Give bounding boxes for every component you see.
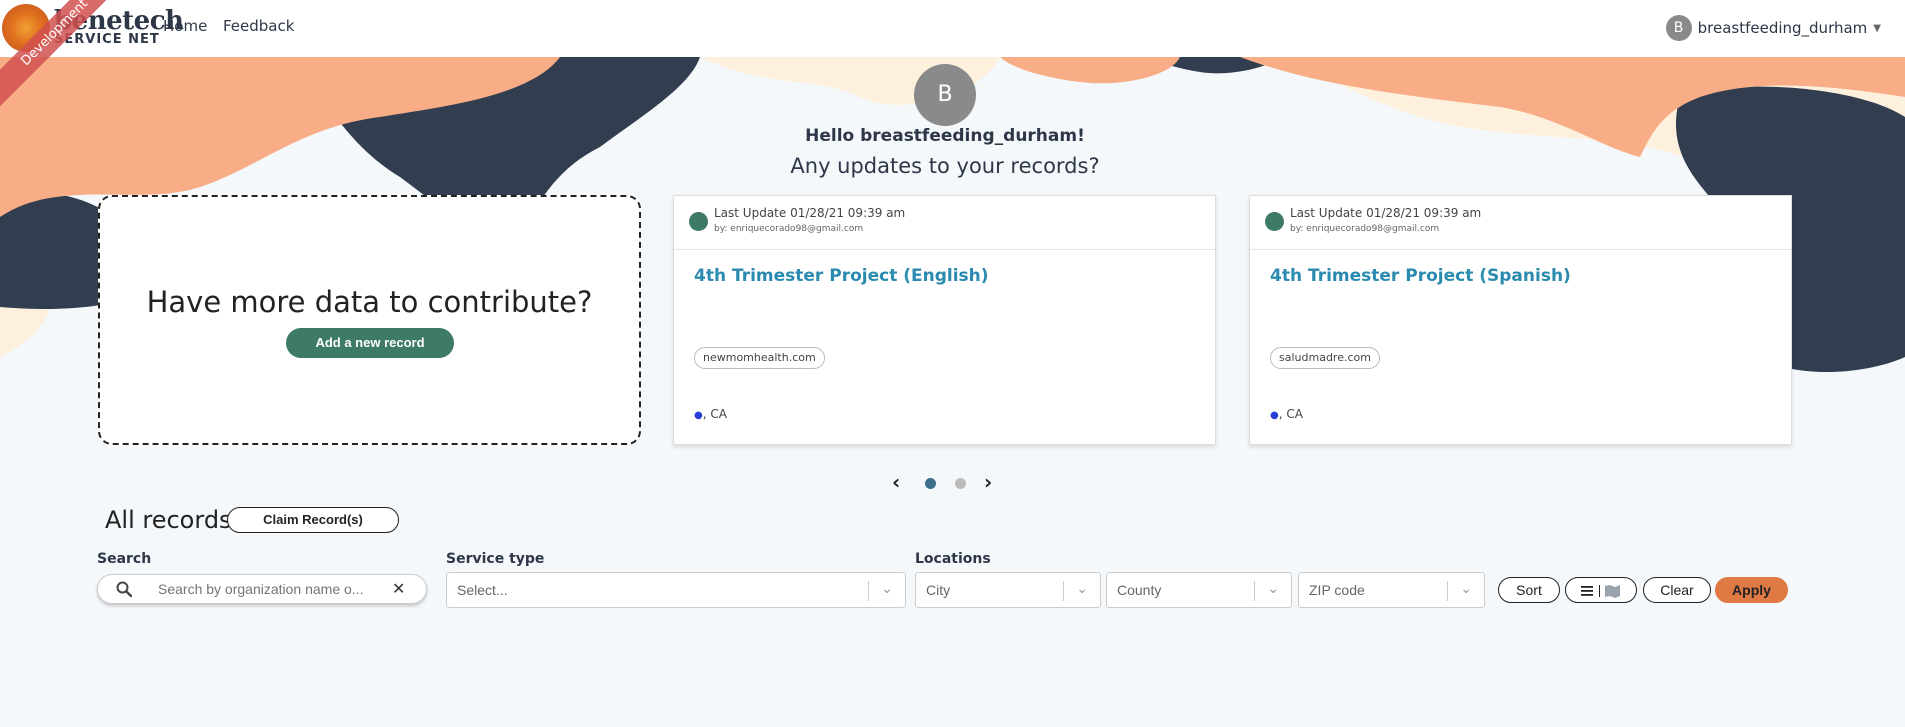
greeting-subtitle: Any updates to your records? [790,154,1100,178]
chevron-down-icon: ⌄ [1076,581,1088,597]
county-select[interactable]: County ⌄ [1106,572,1292,608]
record-location: ●, CA [694,407,727,421]
user-name: breastfeeding_durham [1697,19,1868,37]
list-map-view-icon [1581,585,1620,599]
record-title[interactable]: 4th Trimester Project (English) [694,266,989,286]
status-dot-icon [1265,212,1284,231]
record-card[interactable]: Last Update 01/28/21 09:39 am by: enriqu… [1249,195,1792,445]
claim-records-button[interactable]: Claim Record(s) [227,507,399,533]
last-update: Last Update 01/28/21 09:39 am [714,206,906,220]
service-type-select[interactable]: Select... ⌄ [446,572,906,608]
service-type-placeholder: Select... [457,582,508,598]
record-card[interactable]: Last Update 01/28/21 09:39 am by: enriqu… [673,195,1216,445]
city-select[interactable]: City ⌄ [915,572,1101,608]
search-input[interactable] [158,579,373,599]
city-placeholder: City [926,582,951,598]
search-icon [116,581,132,597]
select-divider [868,581,869,601]
contribute-title: Have more data to contribute? [146,285,593,319]
search-label: Search [97,551,152,567]
record-location-text: , CA [1278,407,1303,421]
select-divider [1447,581,1448,601]
chevron-down-icon: ⌄ [1267,581,1279,597]
record-location-text: , CA [702,407,727,421]
apply-filters-button[interactable]: Apply [1715,577,1788,603]
updated-by: by: enriquecorado98@gmail.com [1290,224,1440,234]
carousel-dot[interactable] [955,478,966,489]
updated-by: by: enriquecorado98@gmail.com [714,224,864,234]
record-card-header: Last Update 01/28/21 09:39 am by: enriqu… [1250,196,1791,250]
chevron-right-icon[interactable]: › [984,470,992,494]
add-new-record-button[interactable]: Add a new record [286,328,454,358]
greeting: Hello breastfeeding_durham! [805,126,1085,146]
profile-avatar: B [914,64,976,126]
record-card-header: Last Update 01/28/21 09:39 am by: enriqu… [674,196,1215,250]
view-toggle-button[interactable] [1565,577,1637,603]
record-title[interactable]: 4th Trimester Project (Spanish) [1270,266,1571,286]
select-divider [1063,581,1064,601]
all-records-heading: All records [105,506,232,534]
last-update: Last Update 01/28/21 09:39 am [1290,206,1482,220]
location-bullet-icon: ● [694,410,703,421]
select-divider [1254,581,1255,601]
zip-code-select[interactable]: ZIP code ⌄ [1298,572,1485,608]
record-location: ●, CA [1270,407,1303,421]
sort-button[interactable]: Sort [1498,577,1560,603]
contribute-card: Have more data to contribute? Add a new … [98,195,641,445]
zip-code-placeholder: ZIP code [1309,582,1365,598]
user-menu[interactable]: B breastfeeding_durham ▼ [1665,15,1881,41]
chevron-left-icon[interactable]: ‹ [892,470,900,494]
caret-down-icon: ▼ [1873,22,1881,34]
nav-home-link[interactable]: Home [163,17,207,35]
clear-search-icon[interactable]: ✕ [392,579,405,598]
location-bullet-icon: ● [1270,410,1279,421]
navbar: benetech SERVICE NET Development Home Fe… [0,0,1905,110]
chevron-down-icon: ⌄ [881,581,893,597]
record-website-tag: newmomhealth.com [694,347,825,369]
record-website-tag: saludmadre.com [1270,347,1380,369]
status-dot-icon [689,212,708,231]
county-placeholder: County [1117,582,1162,598]
chevron-down-icon: ⌄ [1460,581,1472,597]
user-avatar: B [1665,15,1692,41]
locations-label: Locations [915,551,991,567]
service-type-label: Service type [446,551,545,567]
search-box: ✕ [97,574,427,604]
nav-feedback-link[interactable]: Feedback [223,17,294,35]
clear-filters-button[interactable]: Clear [1643,577,1711,603]
carousel-dot-active[interactable] [925,478,936,489]
carousel-controls: ‹ › [890,470,1000,494]
